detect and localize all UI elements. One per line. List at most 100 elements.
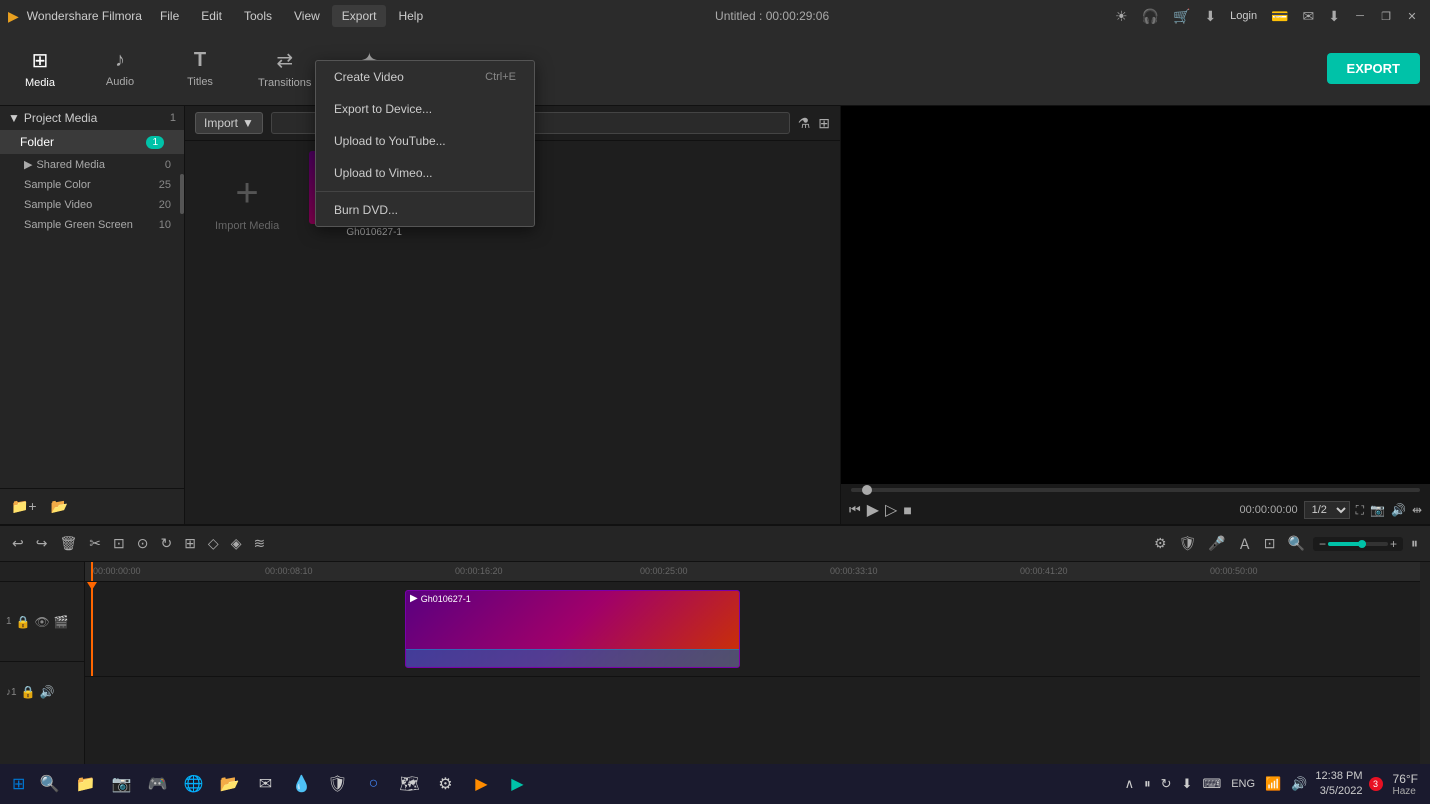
split-button[interactable]: ⊞ [180, 533, 200, 554]
zoom-plus-btn[interactable]: + [1388, 537, 1399, 551]
tray-keyboard-icon[interactable]: ⌨ [1200, 774, 1223, 794]
menu-tools[interactable]: Tools [234, 5, 282, 27]
upload-youtube[interactable]: Upload to YouTube... [316, 125, 534, 157]
zoom-knob[interactable] [1358, 540, 1366, 548]
taskbar-chrome-icon[interactable]: ○ [357, 768, 389, 800]
filter-icon[interactable]: ⚗ [798, 115, 811, 132]
volume-tray-icon[interactable]: 🔊 [1289, 774, 1309, 794]
speed-button[interactable]: ⊙ [133, 533, 153, 554]
trim-button[interactable]: ◇ [204, 533, 223, 554]
menu-help[interactable]: Help [388, 5, 433, 27]
taskbar-edge-icon[interactable]: 🌐 [177, 768, 209, 800]
language-label[interactable]: ENG [1229, 776, 1257, 792]
text-icon[interactable]: Ａ [1234, 532, 1256, 556]
sun-icon[interactable]: ☀ [1111, 6, 1132, 27]
redo-button[interactable]: ↪ [32, 533, 52, 554]
settings-icon[interactable]: ⚙ [1150, 533, 1171, 554]
screenshot-icon[interactable]: 📷 [1370, 503, 1385, 517]
export-to-device[interactable]: Export to Device... [316, 93, 534, 125]
play2-button[interactable]: ▷ [885, 500, 897, 520]
minimize-button[interactable]: ─ [1350, 6, 1370, 26]
prev-frame-button[interactable]: ⏮ [849, 502, 861, 518]
maximize-button[interactable]: ❐ [1376, 6, 1396, 26]
shield-icon[interactable]: 🛡 [1175, 533, 1201, 554]
delete-button[interactable]: 🗑 [55, 533, 81, 554]
tray-update-icon[interactable]: ⬇ [1180, 774, 1195, 794]
zoom-out-icon[interactable]: 🔍 [1284, 533, 1309, 554]
import-dropdown[interactable]: Import ▼ [195, 112, 263, 134]
split-icon[interactable]: ⇹ [1412, 503, 1422, 517]
cart-icon[interactable]: 🛒 [1169, 6, 1194, 27]
audio-lock-icon[interactable]: 🔒 [21, 685, 36, 699]
toolbar-media[interactable]: ⊞ Media [10, 44, 70, 93]
taskbar-vlc-icon[interactable]: ▶ [465, 768, 497, 800]
taskbar-settings-icon[interactable]: ⚙ [429, 768, 461, 800]
upload-vimeo[interactable]: Upload to Vimeo... [316, 157, 534, 189]
taskbar-dropbox-icon[interactable]: 💧 [285, 768, 317, 800]
play-button[interactable]: ▶ [867, 500, 879, 520]
tray-taskbar-icon1[interactable]: ⏸ [1142, 774, 1153, 794]
sample-color-item[interactable]: Sample Color 25 [0, 175, 179, 195]
tray-up-arrow[interactable]: ∧ [1123, 774, 1137, 794]
pip-icon[interactable]: ⊡ [1260, 533, 1280, 554]
video-eye-icon[interactable]: 👁 [35, 615, 50, 629]
network-icon[interactable]: 📶 [1263, 774, 1283, 794]
crop-button[interactable]: ⊡ [109, 533, 129, 554]
tray-sync-icon[interactable]: ↻ [1159, 774, 1174, 794]
audio-button[interactable]: ≋ [249, 533, 269, 554]
zoom-minus-btn[interactable]: − [1317, 537, 1328, 551]
folder-row[interactable]: Folder 1 [0, 130, 184, 154]
toolbar-transitions[interactable]: ⇄ Transitions [250, 44, 319, 93]
zoom-slider[interactable] [1328, 542, 1388, 546]
progress-knob[interactable] [862, 485, 872, 495]
undo-button[interactable]: ↩ [8, 533, 28, 554]
taskbar-camera-icon[interactable]: 📷 [105, 768, 137, 800]
add-folder-icon[interactable]: 📁+ [8, 495, 40, 518]
grid-view-icon[interactable]: ⊞ [818, 115, 830, 132]
audio-mute-icon[interactable]: 🔊 [40, 685, 55, 699]
volume-icon[interactable]: 🔊 [1391, 503, 1406, 517]
download-icon[interactable]: ⬇ [1200, 6, 1220, 27]
progress-bar-track[interactable] [851, 488, 1420, 492]
weather-widget[interactable]: 76°F Haze [1389, 772, 1422, 797]
menu-edit[interactable]: Edit [191, 5, 232, 27]
start-button[interactable]: ⊞ [8, 770, 29, 798]
import-area[interactable]: + Import Media [195, 151, 299, 252]
taskbar-norton-icon[interactable]: 🛡 [321, 768, 353, 800]
shared-media-item[interactable]: ▶ Shared Media 0 [0, 154, 179, 175]
quality-select[interactable]: 1/2 Full 1/4 [1304, 501, 1350, 519]
taskbar-files-icon[interactable]: 📂 [213, 768, 245, 800]
video-clip-gh010627[interactable]: ▶ Gh010627-1 [405, 590, 740, 668]
taskbar-search-icon[interactable]: 🔍 [33, 768, 65, 800]
playhead[interactable] [91, 582, 93, 676]
stop-button[interactable]: ■ [903, 502, 911, 518]
cut-button[interactable]: ✂ [85, 533, 105, 554]
toolbar-audio[interactable]: ♪ Audio [90, 45, 150, 92]
notification-badge[interactable]: 3 [1369, 777, 1383, 791]
export-create-video[interactable]: Create Video Ctrl+E [316, 61, 534, 93]
taskbar-explorer-icon[interactable]: 📁 [69, 768, 101, 800]
mic-icon[interactable]: 🎤 [1204, 533, 1229, 554]
taskbar-mail-icon[interactable]: ✉ [249, 768, 281, 800]
close-button[interactable]: ✕ [1402, 6, 1422, 26]
login-label[interactable]: Login [1226, 8, 1261, 24]
loop-button[interactable]: ↻ [156, 533, 176, 554]
taskbar-filmora-icon[interactable]: ▶ [501, 768, 533, 800]
fullscreen-icon[interactable]: ⛶ [1356, 503, 1364, 518]
scrollbar-thumb[interactable] [180, 174, 184, 214]
video-lock-icon[interactable]: 🔒 [16, 615, 31, 629]
folder-icon[interactable]: 📂 [48, 495, 71, 518]
keyframe-button[interactable]: ◈ [227, 533, 246, 554]
pause-icon[interactable]: ⏸ [1407, 533, 1422, 554]
menu-view[interactable]: View [284, 5, 330, 27]
sample-green-item[interactable]: Sample Green Screen 10 [0, 215, 179, 235]
taskbar-map-icon[interactable]: 🗺 [393, 768, 425, 800]
burn-dvd[interactable]: Burn DVD... [316, 194, 534, 226]
taskbar-xbox-icon[interactable]: 🎮 [141, 768, 173, 800]
menu-export[interactable]: Export [332, 5, 387, 27]
toolbar-titles[interactable]: T Titles [170, 45, 230, 92]
headphone-icon[interactable]: 🎧 [1138, 6, 1163, 27]
sample-video-item[interactable]: Sample Video 20 [0, 195, 179, 215]
card-icon[interactable]: 💳 [1267, 6, 1292, 27]
menu-file[interactable]: File [150, 5, 189, 27]
